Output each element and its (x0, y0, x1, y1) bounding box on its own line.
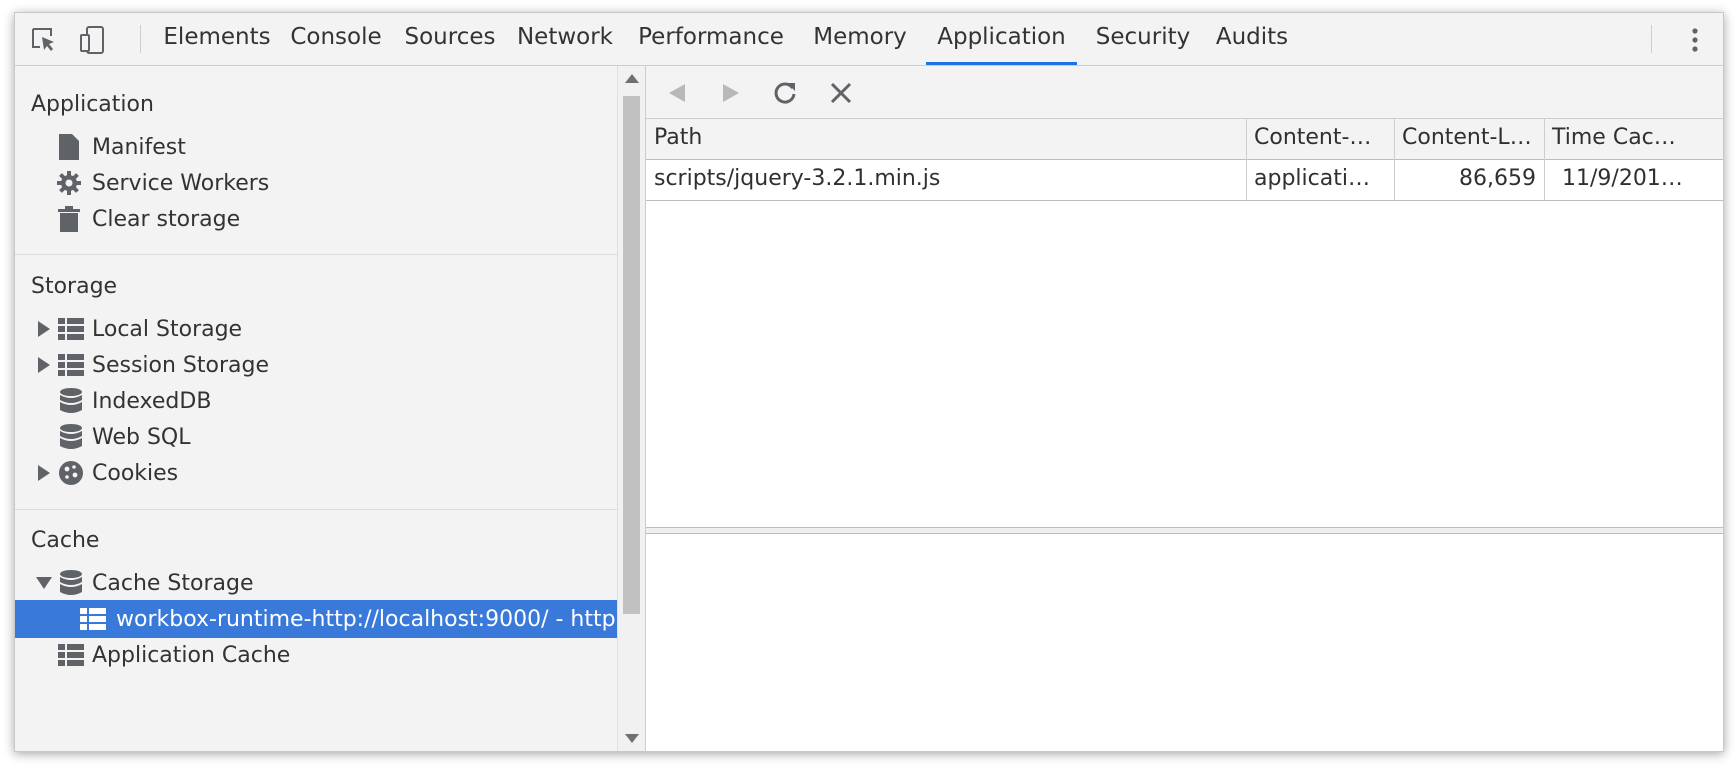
tab-sources[interactable]: Sources (395, 13, 505, 65)
expand-arrow-icon[interactable] (35, 356, 53, 374)
sidebar-item-label: Cache Storage (92, 570, 254, 596)
sidebar-item-service-workers[interactable]: Service Workers (15, 164, 617, 202)
cell-path: scripts/jquery-3.2.1.min.js (654, 166, 941, 191)
section-divider (15, 254, 617, 255)
sidebar-item-label: Cookies (92, 460, 179, 486)
sidebar-item-label: Application Cache (92, 642, 291, 668)
cache-toolbar (646, 66, 1723, 119)
table-header: Path Content-… Content-L… Time Cac… (646, 119, 1723, 160)
section-title-application: Application (31, 92, 154, 117)
toolbar-separator (1651, 25, 1652, 53)
sidebar-item-label: Local Storage (92, 316, 243, 342)
tab-network[interactable]: Network (509, 13, 621, 65)
column-header-time-cached[interactable]: Time Cac… (1544, 119, 1723, 159)
sidebar-item-label: Service Workers (92, 170, 270, 196)
section-divider (15, 509, 617, 510)
tab-performance[interactable]: Performance (627, 13, 795, 65)
section-title-storage: Storage (31, 274, 118, 299)
forward-icon[interactable] (716, 78, 746, 108)
cookie-icon (57, 459, 85, 487)
collapse-arrow-icon[interactable] (35, 574, 53, 592)
table-icon (57, 351, 85, 379)
application-sidebar: Application Manifest Service Workers Cle… (15, 66, 617, 751)
table-icon (57, 315, 85, 343)
preview-pane (646, 534, 1723, 751)
cell-time-cached: 11/9/201… (1562, 166, 1683, 191)
sidebar-item-cache-storage[interactable]: Cache Storage (15, 564, 617, 602)
scroll-down-icon[interactable] (625, 734, 639, 743)
toolbar-separator (140, 25, 141, 53)
refresh-icon[interactable] (770, 78, 800, 108)
cache-storage-panel: Path Content-… Content-L… Time Cac… scri… (645, 66, 1723, 751)
cell-content-type: applicati… (1254, 166, 1370, 191)
trash-icon (55, 205, 83, 233)
tab-application[interactable]: Application (926, 13, 1077, 65)
table-row[interactable]: scripts/jquery-3.2.1.min.js applicati… 8… (646, 160, 1723, 201)
devtools-toolbar: Elements Console Sources Network Perform… (15, 13, 1723, 66)
tab-security[interactable]: Security (1083, 13, 1203, 65)
sidebar-item-label: Clear storage (92, 206, 241, 232)
table-icon (79, 605, 107, 633)
inspect-element-icon[interactable] (29, 25, 59, 55)
scrollbar-thumb[interactable] (623, 96, 640, 614)
column-header-content-length[interactable]: Content-L… (1394, 119, 1544, 159)
column-header-path[interactable]: Path (646, 119, 1246, 159)
expand-arrow-icon[interactable] (35, 320, 53, 338)
expand-arrow-icon[interactable] (35, 464, 53, 482)
back-icon[interactable] (662, 78, 692, 108)
sidebar-item-label: Web SQL (92, 424, 191, 450)
sidebar-item-workbox-cache[interactable]: workbox-runtime-http://localhost:9000/ -… (15, 600, 617, 638)
tab-memory[interactable]: Memory (799, 13, 921, 65)
sidebar-item-application-cache[interactable]: Application Cache (15, 636, 617, 674)
sidebar-item-label: workbox-runtime-http://localhost:9000/ -… (116, 606, 616, 632)
sidebar-item-clear-storage[interactable]: Clear storage (15, 200, 617, 238)
more-options-icon[interactable] (1680, 25, 1710, 55)
database-icon (57, 387, 85, 415)
section-title-cache: Cache (31, 528, 100, 553)
sidebar-item-label: IndexedDB (92, 388, 212, 414)
sidebar-item-label: Session Storage (92, 352, 270, 378)
document-icon (55, 133, 83, 161)
database-icon (57, 569, 85, 597)
sidebar-item-local-storage[interactable]: Local Storage (15, 310, 617, 348)
device-toolbar-icon[interactable] (77, 25, 107, 55)
table-icon (57, 641, 85, 669)
delete-icon[interactable] (826, 78, 856, 108)
column-header-content-type[interactable]: Content-… (1246, 119, 1394, 159)
tab-audits[interactable]: Audits (1205, 13, 1299, 65)
sidebar-item-web-sql[interactable]: Web SQL (15, 418, 617, 456)
sidebar-item-session-storage[interactable]: Session Storage (15, 346, 617, 384)
gear-icon (55, 169, 83, 197)
tab-console[interactable]: Console (281, 13, 391, 65)
sidebar-item-label: Manifest (92, 134, 186, 160)
tab-elements[interactable]: Elements (155, 13, 279, 65)
sidebar-item-cookies[interactable]: Cookies (15, 454, 617, 492)
devtools-window: Elements Console Sources Network Perform… (14, 12, 1724, 752)
sidebar-scrollbar[interactable] (617, 66, 645, 751)
database-icon (57, 423, 85, 451)
sidebar-item-indexeddb[interactable]: IndexedDB (15, 382, 617, 420)
split-view-resizer[interactable] (646, 527, 1723, 534)
scroll-up-icon[interactable] (625, 74, 639, 83)
cell-content-length: 86,659 (1459, 166, 1536, 191)
sidebar-item-manifest[interactable]: Manifest (15, 128, 617, 166)
